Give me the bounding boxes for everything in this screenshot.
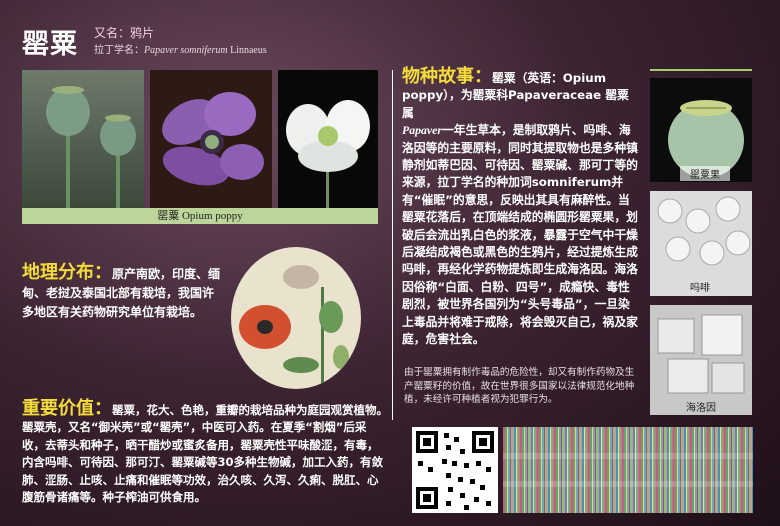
photo-caption: 罂粟 Opium poppy <box>22 208 378 224</box>
latin-prefix: 拉丁学名： <box>94 45 144 56</box>
story-heading: 物种故事： <box>402 66 492 87</box>
botanical-illustration <box>231 247 361 389</box>
seed-pods-image <box>46 86 136 208</box>
distribution-heading: 地理分布： <box>22 262 112 283</box>
side-label-heroin: 海洛因 <box>686 403 716 414</box>
latin-author: Linnaeus <box>230 45 267 56</box>
dna-barcode <box>503 427 753 513</box>
purple-poppy-image <box>162 92 264 186</box>
story-text-2: 一年生草本，是制取鸦片、吗啡、海洛因等的主要原料，同时其提取物也是多种镇静剂如蒂… <box>402 123 638 347</box>
warning-note: 由于罂粟拥有制作毒品的危险性，却又有制作药物及生产罂粟籽的价值，故在世界很多国家… <box>404 367 635 405</box>
latin-name: 拉丁学名：Papaver somniferum Linnaeus <box>94 41 267 56</box>
barcode-row-divider <box>503 481 753 487</box>
qr-code-image <box>416 431 494 510</box>
white-flower-photo <box>278 70 378 208</box>
white-poppy-image <box>286 100 370 208</box>
poppy-drawing-image <box>239 265 349 387</box>
latin-binomial: Papaver somniferum <box>144 45 228 56</box>
column-divider <box>392 70 393 420</box>
story-section: 物种故事：罂粟（英语：Opium poppy），为罂粟科Papaveraceae… <box>402 68 640 349</box>
seed-pod-photo <box>22 70 144 208</box>
side-photo-heroin: 海洛因 <box>650 305 752 415</box>
value-heading: 重要价值： <box>22 398 112 419</box>
side-photo-morphine: 吗啡 <box>650 191 752 296</box>
side-label-pod: 罂粟果 <box>680 166 730 181</box>
side-accent-line <box>650 69 752 71</box>
barcode-row-divider <box>503 453 753 459</box>
purple-flower-photo <box>150 70 272 208</box>
story-genus: Papaver <box>402 123 442 138</box>
side-photo-pod: 罂粟果 <box>650 78 752 182</box>
distribution-section: 地理分布：原产南欧，印度、缅甸、老挝及泰国北部有栽培，我国许多地区有关药物研究单… <box>22 263 222 322</box>
value-section: 重要价值：罂粟，花大、色艳，重瓣的栽培品种为庭园观赏植物。罂粟壳，又名“御米壳”… <box>22 400 388 506</box>
side-label-morphine: 吗啡 <box>690 283 710 294</box>
qr-code[interactable] <box>412 427 498 513</box>
alias-label: 又名：鸦片 <box>94 26 155 40</box>
page-title: 罂粟 <box>22 29 78 60</box>
